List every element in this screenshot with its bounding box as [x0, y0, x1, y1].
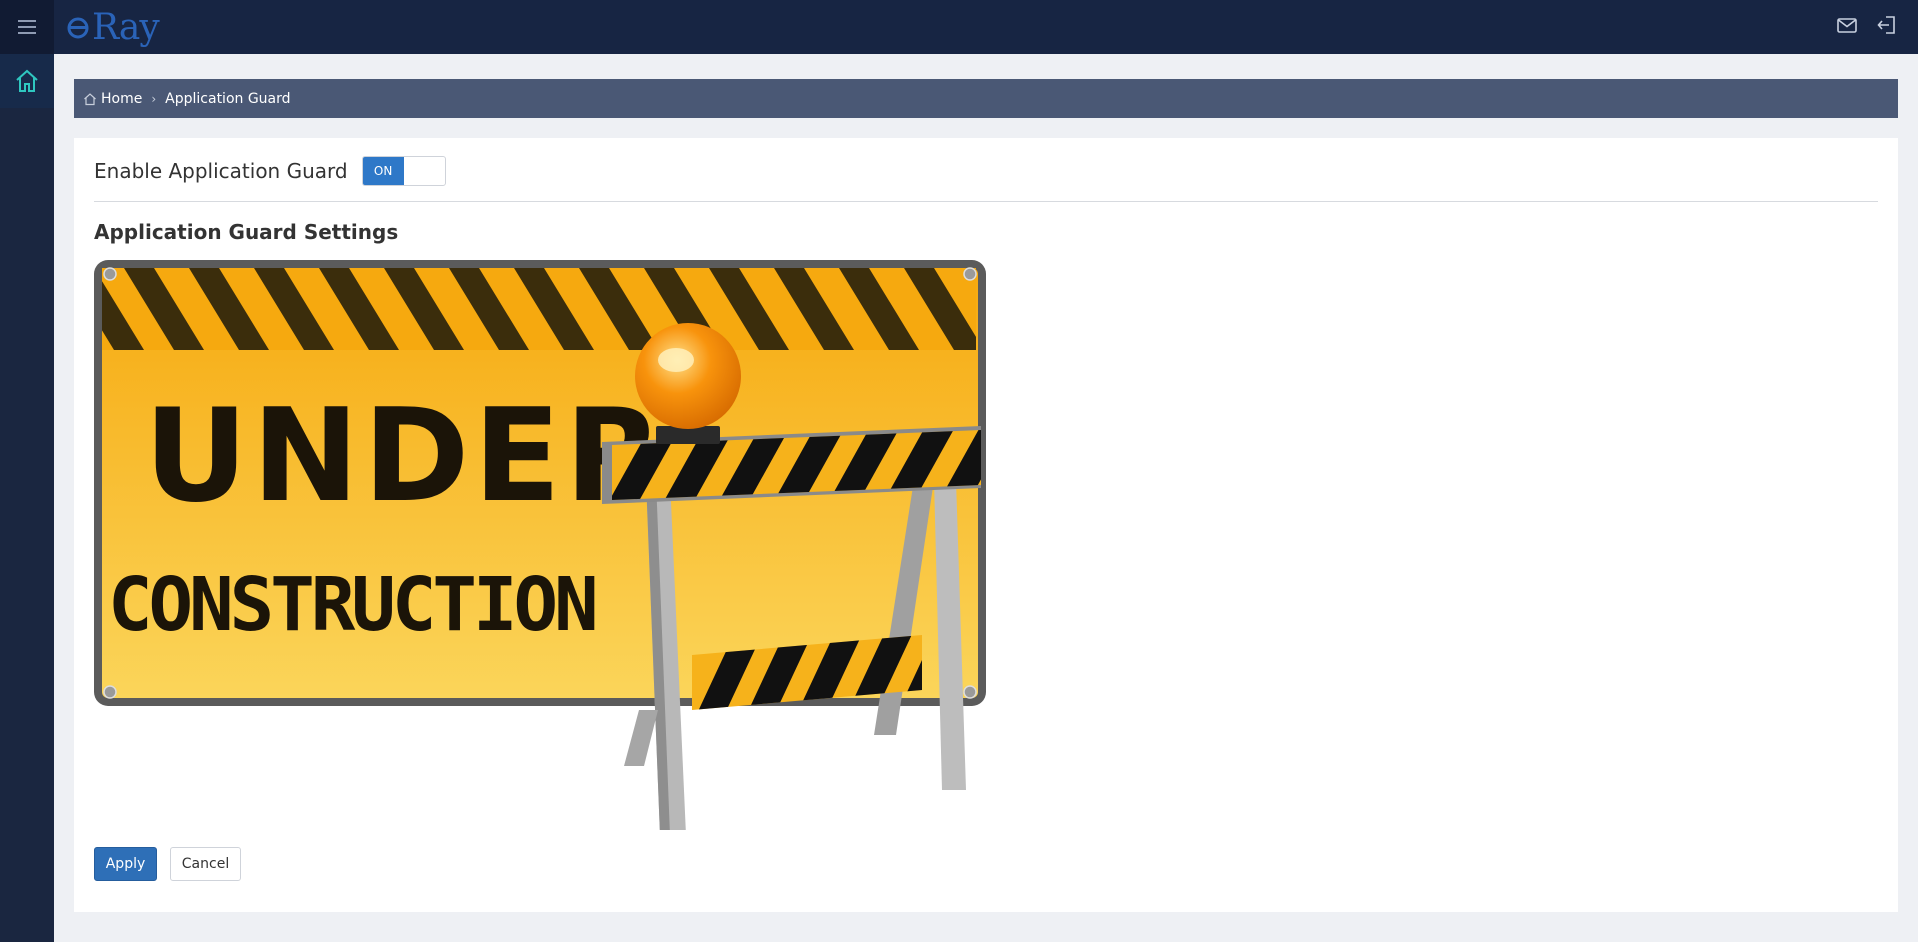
breadcrumb: Home › Application Guard [74, 79, 1898, 118]
enable-label: Enable Application Guard [94, 159, 348, 183]
sidebar-item-home[interactable] [0, 54, 62, 108]
screw [963, 267, 977, 281]
home-outline-icon [84, 92, 96, 105]
divider [94, 201, 1878, 202]
toggle-on-label: ON [362, 157, 404, 185]
screw [963, 685, 977, 699]
enable-row: Enable Application Guard ON [94, 156, 446, 186]
warning-light [635, 323, 741, 429]
logout-icon[interactable] [1876, 14, 1898, 36]
logo-mark-icon [67, 17, 89, 39]
sign-text-under: UNDER [144, 382, 667, 531]
top-bar-actions [1836, 14, 1898, 36]
logo-text: Ray [92, 6, 160, 48]
chevron-right-icon: › [151, 91, 157, 106]
sidebar [0, 54, 62, 942]
sign-text-construction: CONSTRUCTION [108, 562, 595, 648]
enable-toggle[interactable]: ON [361, 156, 446, 186]
hamburger-menu-icon [18, 16, 36, 38]
cancel-button[interactable]: Cancel [170, 847, 241, 881]
breadcrumb-current: Application Guard [165, 90, 291, 107]
under-construction-illustration: UNDER CONSTRUCTION [94, 260, 986, 830]
apply-button[interactable]: Apply [94, 847, 157, 881]
mail-icon[interactable] [1836, 14, 1858, 36]
breadcrumb-home-link[interactable]: Home [101, 91, 142, 107]
hamburger-menu-button[interactable] [0, 0, 54, 54]
section-title: Application Guard Settings [94, 220, 399, 244]
top-bar: Ray [0, 0, 1918, 54]
screw [103, 685, 117, 699]
settings-panel: Enable Application Guard ON Application … [74, 138, 1898, 912]
hazard-stripes [102, 268, 976, 350]
home-icon [16, 69, 38, 92]
app-logo[interactable]: Ray [66, 4, 160, 50]
barrier-leg [624, 710, 658, 766]
screw [103, 267, 117, 281]
